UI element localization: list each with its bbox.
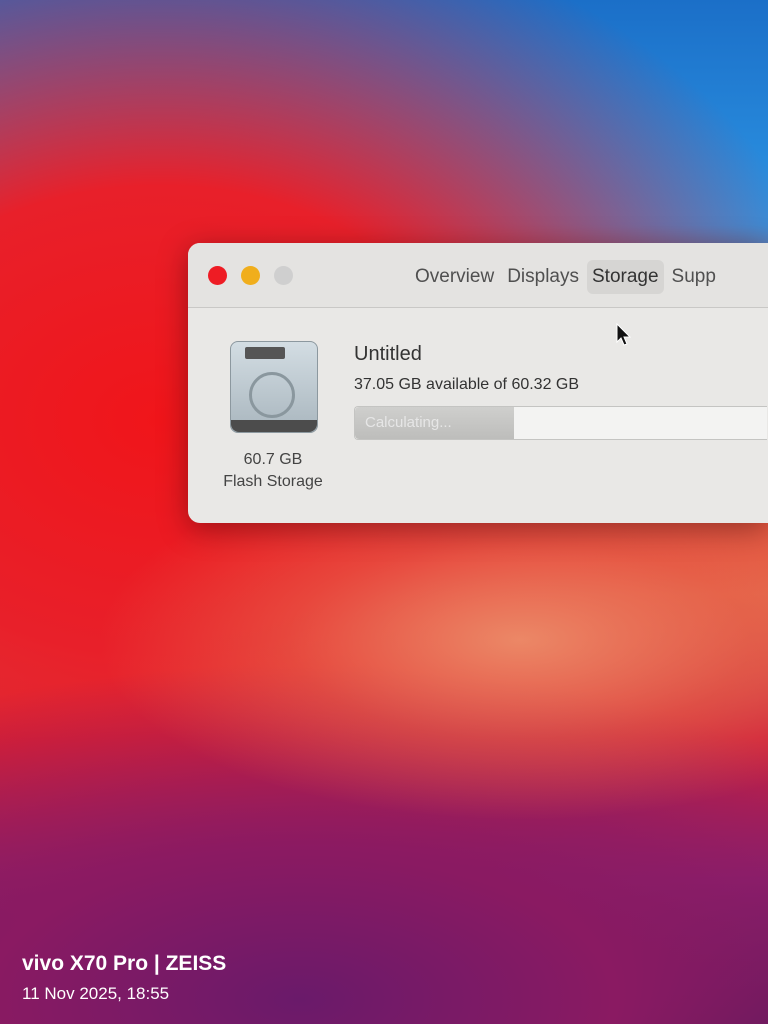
zoom-button[interactable]	[274, 266, 293, 285]
storage-usage-bar: Calculating...	[354, 406, 767, 440]
tab-overview[interactable]: Overview	[410, 260, 499, 294]
tab-storage[interactable]: Storage	[587, 260, 664, 294]
mouse-pointer-icon	[616, 323, 632, 346]
volume-name: Untitled	[354, 343, 422, 365]
about-this-mac-window: Overview Displays Storage Supp 60.7 GB F…	[188, 243, 768, 523]
tab-displays[interactable]: Displays	[502, 260, 584, 294]
hard-drive-icon	[230, 341, 318, 433]
close-button[interactable]	[208, 266, 227, 285]
volume-availability: 37.05 GB available of 60.32 GB	[354, 376, 580, 393]
tab-support[interactable]: Supp	[667, 260, 721, 294]
minimize-button[interactable]	[241, 266, 260, 285]
camera-watermark-brand: vivo X70 Pro | ZEISS	[22, 952, 227, 975]
disk-capacity: 60.7 GB	[243, 451, 303, 468]
title-bar: Overview Displays Storage Supp	[188, 243, 768, 308]
calculating-label: Calculating...	[365, 414, 452, 431]
camera-watermark-datetime: 11 Nov 2025, 18:55	[22, 984, 170, 1003]
tab-bar: Overview Displays Storage Supp	[410, 260, 721, 294]
disk-type: Flash Storage	[223, 473, 323, 490]
